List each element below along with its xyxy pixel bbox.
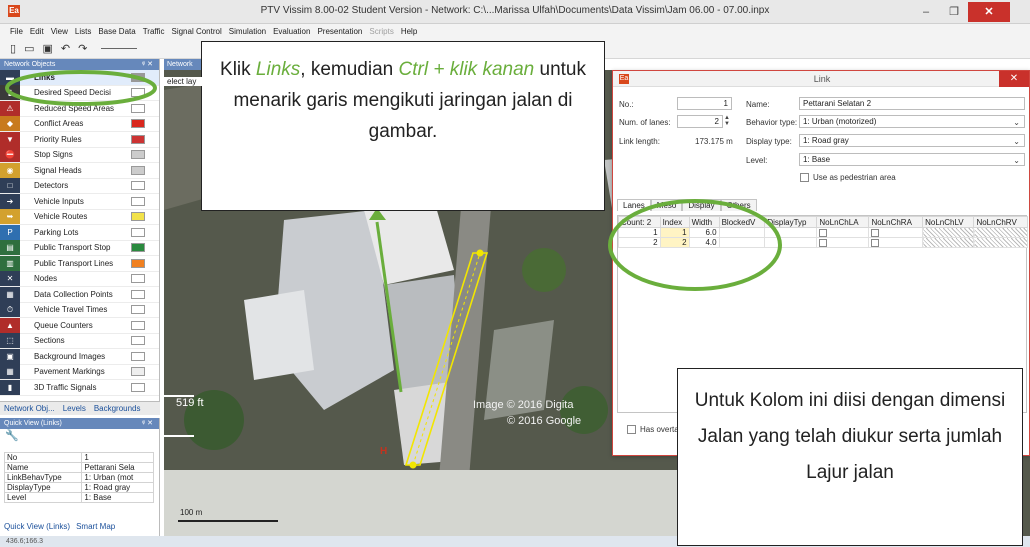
callout-links-text: Links [255,59,301,80]
callout-text: , kemudian [300,59,399,80]
annotation-overlay: Klik Links, kemudian Ctrl + klik kanan u… [0,0,1030,547]
callout-text: Klik [220,59,256,80]
lane-dimension-callout: Untuk Kolom ini diisi dengan dimensi Jal… [677,368,1023,546]
select-layout-dropdown[interactable]: elect lay [164,77,208,86]
callout-ctrl-text: Ctrl + klik kanan [398,59,535,80]
instruction-callout: Klik Links, kemudian Ctrl + klik kanan u… [201,41,605,211]
